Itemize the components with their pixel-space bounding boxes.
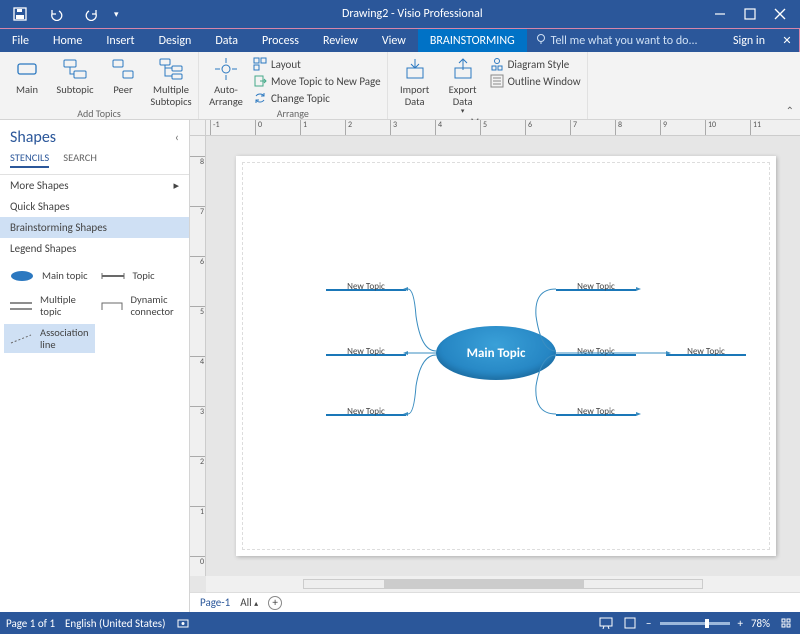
multiple-subtopics-icon [158, 56, 184, 82]
horizontal-scrollbar[interactable] [206, 576, 800, 592]
ruler-vertical: 8 7 6 5 4 3 2 1 0 [190, 136, 206, 576]
shape-topic[interactable]: Topic [95, 265, 185, 287]
tab-review[interactable]: Review [311, 29, 370, 52]
drawing-page[interactable]: Main Topic New Topic New Topic New Topic… [236, 156, 776, 556]
topic-swatch-icon [99, 268, 127, 284]
collapse-shapes-icon[interactable]: ‹ [175, 131, 179, 145]
status-language[interactable]: English (United States) [65, 617, 165, 630]
shape-dynamic-connector[interactable]: Dynamic connector [95, 291, 185, 320]
subtopic-icon [62, 56, 88, 82]
multiple-topic-swatch-icon [8, 298, 34, 314]
tell-me-search[interactable]: Tell me what you want to do... [527, 33, 723, 49]
main-topic-button[interactable]: Main [6, 54, 48, 96]
page-tab-all[interactable]: All ▴ [240, 596, 258, 609]
change-topic-button[interactable]: Change Topic [253, 90, 381, 106]
subtopic-button[interactable]: Subtopic [54, 54, 96, 96]
topic-node[interactable]: New Topic [326, 346, 406, 356]
auto-arrange-button[interactable]: Auto-Arrange [205, 54, 247, 107]
minimize-icon[interactable] [706, 3, 734, 25]
ruler-corner [190, 120, 206, 136]
lightbulb-icon [535, 33, 547, 49]
fit-window-icon[interactable] [778, 616, 794, 630]
quick-shapes-item[interactable]: Quick Shapes [0, 196, 189, 217]
tab-home[interactable]: Home [41, 29, 94, 52]
presentation-mode-icon[interactable] [598, 616, 614, 630]
maximize-icon[interactable] [736, 3, 764, 25]
move-topic-new-page-button[interactable]: Move Topic to New Page [253, 73, 381, 89]
collapse-ribbon-icon[interactable]: ⌃ [786, 104, 794, 117]
drawing-canvas[interactable]: Main Topic New Topic New Topic New Topic… [206, 136, 800, 576]
zoom-level[interactable]: 78% [751, 617, 770, 630]
topic-node[interactable]: New Topic [326, 281, 406, 291]
multiple-subtopics-button[interactable]: Multiple Subtopics [150, 54, 192, 107]
zoom-out-icon[interactable]: − [646, 617, 651, 630]
close-window-icon[interactable] [766, 3, 794, 25]
topic-node[interactable]: New Topic [666, 346, 746, 356]
change-topic-icon [253, 91, 267, 105]
tab-insert[interactable]: Insert [94, 29, 146, 52]
association-swatch-icon [8, 331, 34, 347]
stencils-tab[interactable]: STENCILS [10, 151, 49, 168]
shape-main-topic[interactable]: Main topic [4, 265, 95, 287]
import-icon [402, 56, 428, 82]
window-title: Drawing2 - Visio Professional [119, 7, 706, 21]
tab-file[interactable]: File [0, 29, 41, 52]
tab-process[interactable]: Process [250, 29, 311, 52]
undo-icon[interactable] [42, 3, 70, 25]
redo-icon[interactable] [78, 3, 106, 25]
zoom-in-icon[interactable]: + [738, 617, 743, 630]
diagram-style-icon [490, 57, 504, 71]
layout-button[interactable]: Layout [253, 56, 381, 72]
close-document-icon[interactable]: ✕ [775, 34, 799, 47]
diagram-style-button[interactable]: Diagram Style [490, 56, 581, 72]
main-topic-swatch-icon [8, 268, 36, 284]
outline-window-button[interactable]: Outline Window [490, 73, 581, 89]
auto-arrange-icon [213, 56, 239, 82]
outline-window-icon [490, 74, 504, 88]
tab-view[interactable]: View [370, 29, 418, 52]
fit-page-icon[interactable] [622, 616, 638, 630]
shapes-pane: Shapes ‹ STENCILS SEARCH More Shapes▸ Qu… [0, 120, 190, 612]
status-page-info: Page 1 of 1 [6, 617, 55, 630]
group-label-add-topics: Add Topics [77, 107, 121, 122]
add-page-icon[interactable]: + [268, 596, 282, 610]
export-data-button[interactable]: Export Data▾ [442, 54, 484, 115]
macro-record-icon[interactable] [175, 616, 191, 630]
zoom-slider[interactable] [660, 622, 730, 625]
topic-node[interactable]: New Topic [556, 281, 636, 291]
export-icon [450, 56, 476, 82]
save-icon[interactable] [6, 3, 34, 25]
shapes-pane-title: Shapes [10, 128, 56, 147]
search-tab[interactable]: SEARCH [63, 151, 97, 168]
ruler-horizontal: -1 0 1 2 3 4 5 6 7 8 9 10 11 [206, 120, 800, 136]
connector-swatch-icon [99, 298, 125, 314]
topic-node[interactable]: New Topic [556, 406, 636, 416]
peer-icon [110, 56, 136, 82]
import-data-button[interactable]: Import Data [394, 54, 436, 107]
topic-node[interactable]: New Topic [326, 406, 406, 416]
tell-me-placeholder: Tell me what you want to do... [551, 34, 698, 48]
shape-main-topic-node[interactable]: Main Topic [436, 326, 556, 380]
shape-multiple-topic[interactable]: Multiple topic [4, 291, 95, 320]
layout-icon [253, 57, 267, 71]
page-tab-1[interactable]: Page-1 [200, 596, 230, 609]
sign-in-link[interactable]: Sign in [723, 34, 775, 48]
more-shapes-item[interactable]: More Shapes▸ [0, 175, 189, 196]
move-page-icon [253, 74, 267, 88]
tab-brainstorming[interactable]: BRAINSTORMING [418, 29, 527, 52]
peer-button[interactable]: Peer [102, 54, 144, 96]
main-topic-icon [14, 56, 40, 82]
brainstorming-shapes-item[interactable]: Brainstorming Shapes [0, 217, 189, 238]
chevron-right-icon: ▸ [173, 179, 179, 192]
shape-association-line[interactable]: Association line [4, 324, 95, 353]
tab-data[interactable]: Data [203, 29, 250, 52]
legend-shapes-item[interactable]: Legend Shapes [0, 238, 189, 259]
tab-design[interactable]: Design [147, 29, 204, 52]
topic-node[interactable]: New Topic [556, 346, 636, 356]
